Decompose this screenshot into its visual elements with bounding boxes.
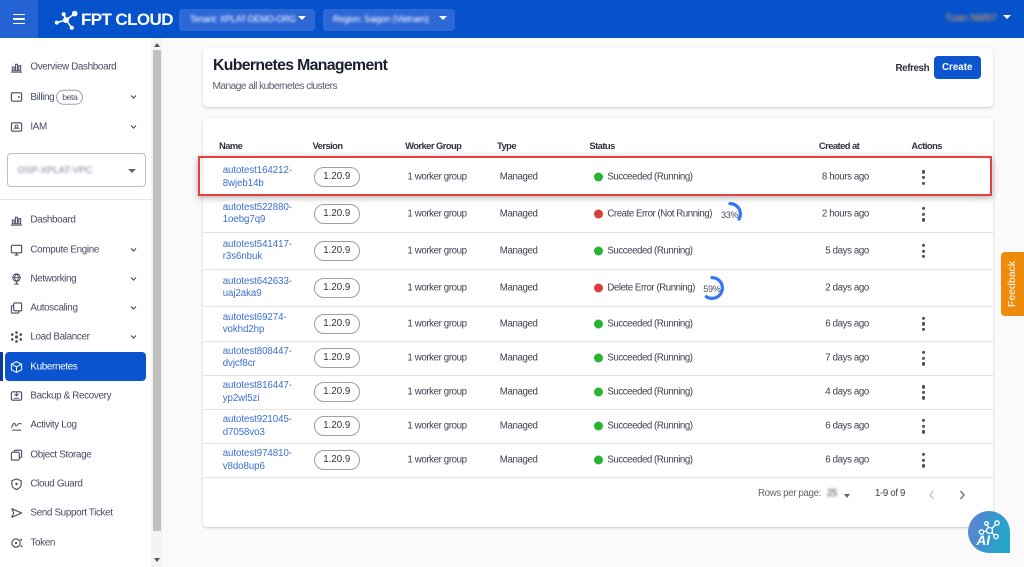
svg-text:AI: AI (976, 533, 991, 548)
